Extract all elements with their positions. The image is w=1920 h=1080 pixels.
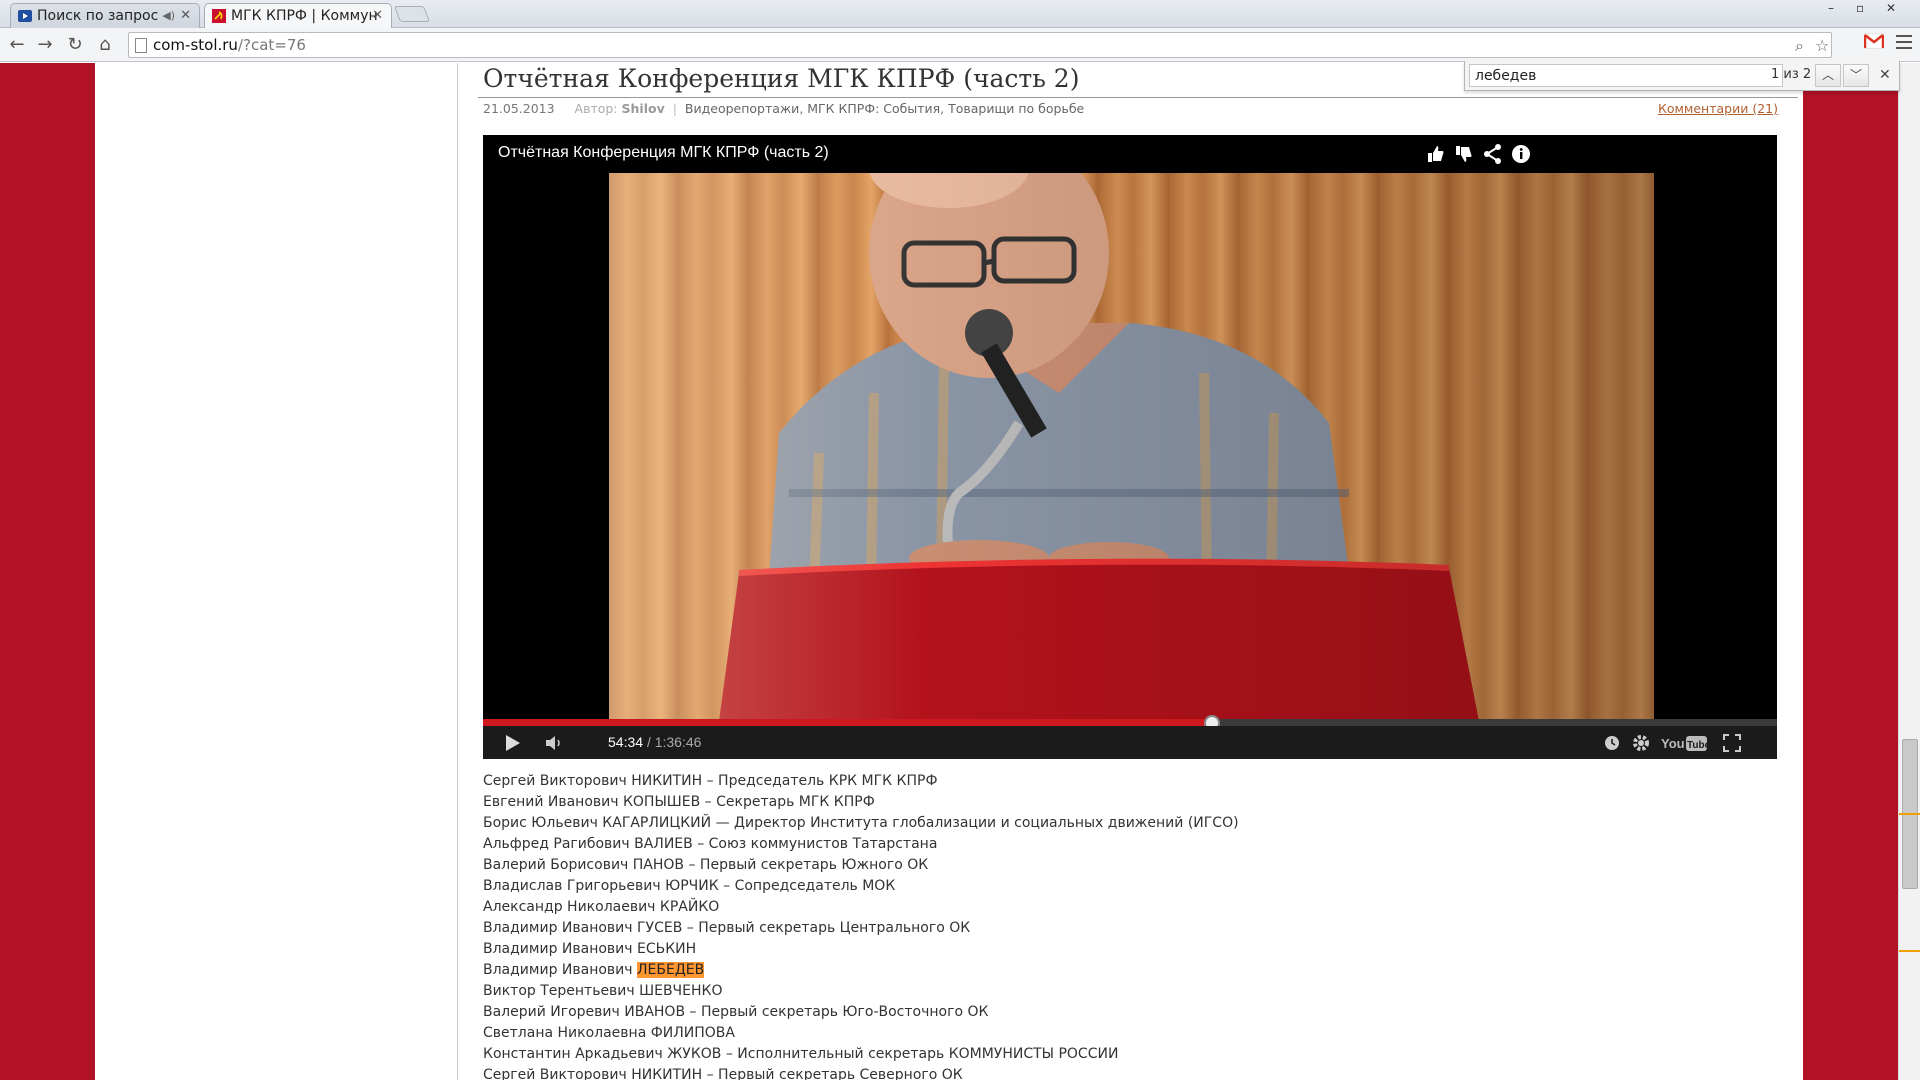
- find-match-marker: [1899, 813, 1920, 815]
- current-time: 54:34: [608, 734, 644, 750]
- menu-icon[interactable]: [1896, 35, 1912, 49]
- page-icon: [135, 38, 147, 53]
- find-match-count: 1 из 2: [1771, 67, 1812, 82]
- left-sidebar: [95, 63, 458, 1080]
- settings-icon[interactable]: [1630, 732, 1652, 754]
- post-date: 21.05.2013: [483, 101, 555, 116]
- tab-title: Поиск по запрос: [37, 8, 159, 24]
- participants-list: Сергей Викторович НИКИТИН – Председатель…: [483, 771, 1239, 1080]
- volume-icon[interactable]: [543, 732, 565, 754]
- browser-toolbar: ← → ↻ ⌂ com-stol.ru/?cat=76 ⌕ ☆: [0, 28, 1920, 62]
- find-close-icon[interactable]: ✕: [1879, 67, 1891, 83]
- bookmark-star-icon[interactable]: ☆: [1815, 36, 1829, 55]
- fullscreen-icon[interactable]: [1721, 732, 1743, 754]
- watch-later-icon[interactable]: [1601, 732, 1623, 754]
- list-item: Валерий Борисович ПАНОВ – Первый секрета…: [483, 857, 929, 873]
- find-query: лебедев: [1475, 68, 1537, 84]
- info-icon[interactable]: [1510, 143, 1532, 165]
- home-icon[interactable]: ⌂: [94, 34, 116, 56]
- back-arrow-icon[interactable]: ←: [6, 34, 28, 56]
- gmail-icon[interactable]: [1864, 33, 1884, 49]
- player-controls: 54:34 / 1:36:46 YouTube: [483, 726, 1777, 759]
- reload-icon[interactable]: ↻: [64, 34, 86, 56]
- page-viewport: Отчётная Конференция МГК КПРФ (часть 2) …: [0, 63, 1898, 1080]
- tab-close-icon[interactable]: ✕: [372, 4, 383, 28]
- list-item: Владимир Иванович ЛЕБЕДЕВ: [483, 960, 1239, 981]
- list-item: Константин Аркадьевич ЖУКОВ – Исполнител…: [483, 1046, 1119, 1062]
- find-highlight: ЛЕБЕДЕВ: [637, 962, 705, 978]
- find-match-marker: [1899, 950, 1920, 952]
- hammer-sickle-favicon-icon: [212, 9, 226, 23]
- list-item: Валерий Игоревич ИВАНОВ – Первый секрета…: [483, 1004, 989, 1020]
- restore-button[interactable]: ▫: [1856, 0, 1864, 16]
- video-player[interactable]: Отчётная Конференция МГК КПРФ (часть 2) …: [483, 135, 1777, 759]
- time-display: 54:34 / 1:36:46: [608, 734, 701, 750]
- category-link[interactable]: Видеорепортажи: [685, 101, 799, 116]
- category-link[interactable]: Товарищи по борьбе: [948, 101, 1084, 116]
- address-bar[interactable]: com-stol.ru/?cat=76 ⌕ ☆: [128, 32, 1832, 58]
- find-input[interactable]: лебедев: [1469, 64, 1783, 87]
- list-item: Сергей Викторович НИКИТИН – Первый секре…: [483, 1067, 963, 1080]
- thumbs-up-icon[interactable]: [1425, 143, 1447, 165]
- tab-close-icon[interactable]: ✕: [180, 4, 191, 28]
- url-text: com-stol.ru/?cat=76: [153, 36, 306, 54]
- frame-shading: [609, 173, 1654, 721]
- author-link[interactable]: Shilov: [622, 101, 665, 116]
- category-link[interactable]: МГК КПРФ: События: [807, 101, 940, 116]
- new-tab-button[interactable]: [394, 6, 430, 22]
- list-item: Светлана Николаевна ФИЛИПОВА: [483, 1025, 735, 1041]
- comments-link[interactable]: Комментарии (21): [1658, 101, 1778, 116]
- video-frame[interactable]: [609, 173, 1654, 721]
- minimize-button[interactable]: –: [1828, 0, 1834, 16]
- list-item-text: Владимир Иванович: [483, 962, 637, 978]
- vertical-scrollbar[interactable]: [1898, 63, 1920, 1080]
- post-title[interactable]: Отчётная Конференция МГК КПРФ (часть 2): [483, 64, 1079, 93]
- find-next-button[interactable]: ﹀: [1843, 64, 1869, 87]
- tab-search[interactable]: Поиск по запрос ◀) ✕: [10, 3, 200, 28]
- svg-text:Tube: Tube: [1687, 740, 1707, 751]
- title-divider: [478, 97, 1798, 98]
- video-title[interactable]: Отчётная Конференция МГК КПРФ (часть 2): [498, 144, 829, 162]
- play-icon[interactable]: [501, 732, 523, 754]
- list-item: Сергей Викторович НИКИТИН – Председатель…: [483, 773, 938, 789]
- svg-text:You: You: [1661, 736, 1685, 751]
- find-previous-button[interactable]: ︿: [1815, 64, 1841, 87]
- find-bar: лебедев 1 из 2 ︿ ﹀ ✕: [1464, 61, 1900, 91]
- speaker-icon[interactable]: ◀): [162, 4, 175, 28]
- list-item: Владимир Иванович ЕСЬКИН: [483, 941, 697, 957]
- list-item: Владимир Иванович ГУСЕВ – Первый секрета…: [483, 920, 971, 936]
- list-item: Евгений Иванович КОПЫШЕВ – Секретарь МГК…: [483, 794, 875, 810]
- tab-strip: Поиск по запрос ◀) ✕ МГК КПРФ | Коммун ✕…: [0, 0, 1920, 28]
- forward-arrow-icon[interactable]: →: [34, 34, 56, 56]
- duration: / 1:36:46: [646, 734, 702, 750]
- list-item: Владислав Григорьевич ЮРЧИК – Сопредседа…: [483, 878, 896, 894]
- tab-title: МГК КПРФ | Коммун: [231, 8, 378, 24]
- youtube-logo[interactable]: YouTube: [1661, 732, 1707, 754]
- post-content: Отчётная Конференция МГК КПРФ (часть 2) …: [458, 63, 1803, 1080]
- list-item: Виктор Терентьевич ШЕВЧЕНКО: [483, 983, 723, 999]
- share-icon[interactable]: [1482, 143, 1504, 165]
- tab-kprf[interactable]: МГК КПРФ | Коммун ✕: [204, 3, 392, 28]
- zoom-search-icon[interactable]: ⌕: [1795, 36, 1804, 56]
- list-item: Александр Николаевич КРАЙКО: [483, 899, 720, 915]
- list-item: Борис Юльевич КАГАРЛИЦКИЙ — Директор Инс…: [483, 815, 1239, 831]
- close-window-button[interactable]: ✕: [1886, 0, 1896, 16]
- youtube-favicon-icon: [18, 10, 32, 22]
- post-meta: 21.05.2013 Автор: Shilov | Видеорепортаж…: [483, 101, 1085, 116]
- author-label: Автор:: [574, 101, 618, 116]
- progress-played: [483, 719, 1212, 726]
- thumbs-down-icon[interactable]: [1453, 143, 1475, 165]
- list-item: Альфред Рагибович ВАЛИЕВ – Союз коммунис…: [483, 836, 938, 852]
